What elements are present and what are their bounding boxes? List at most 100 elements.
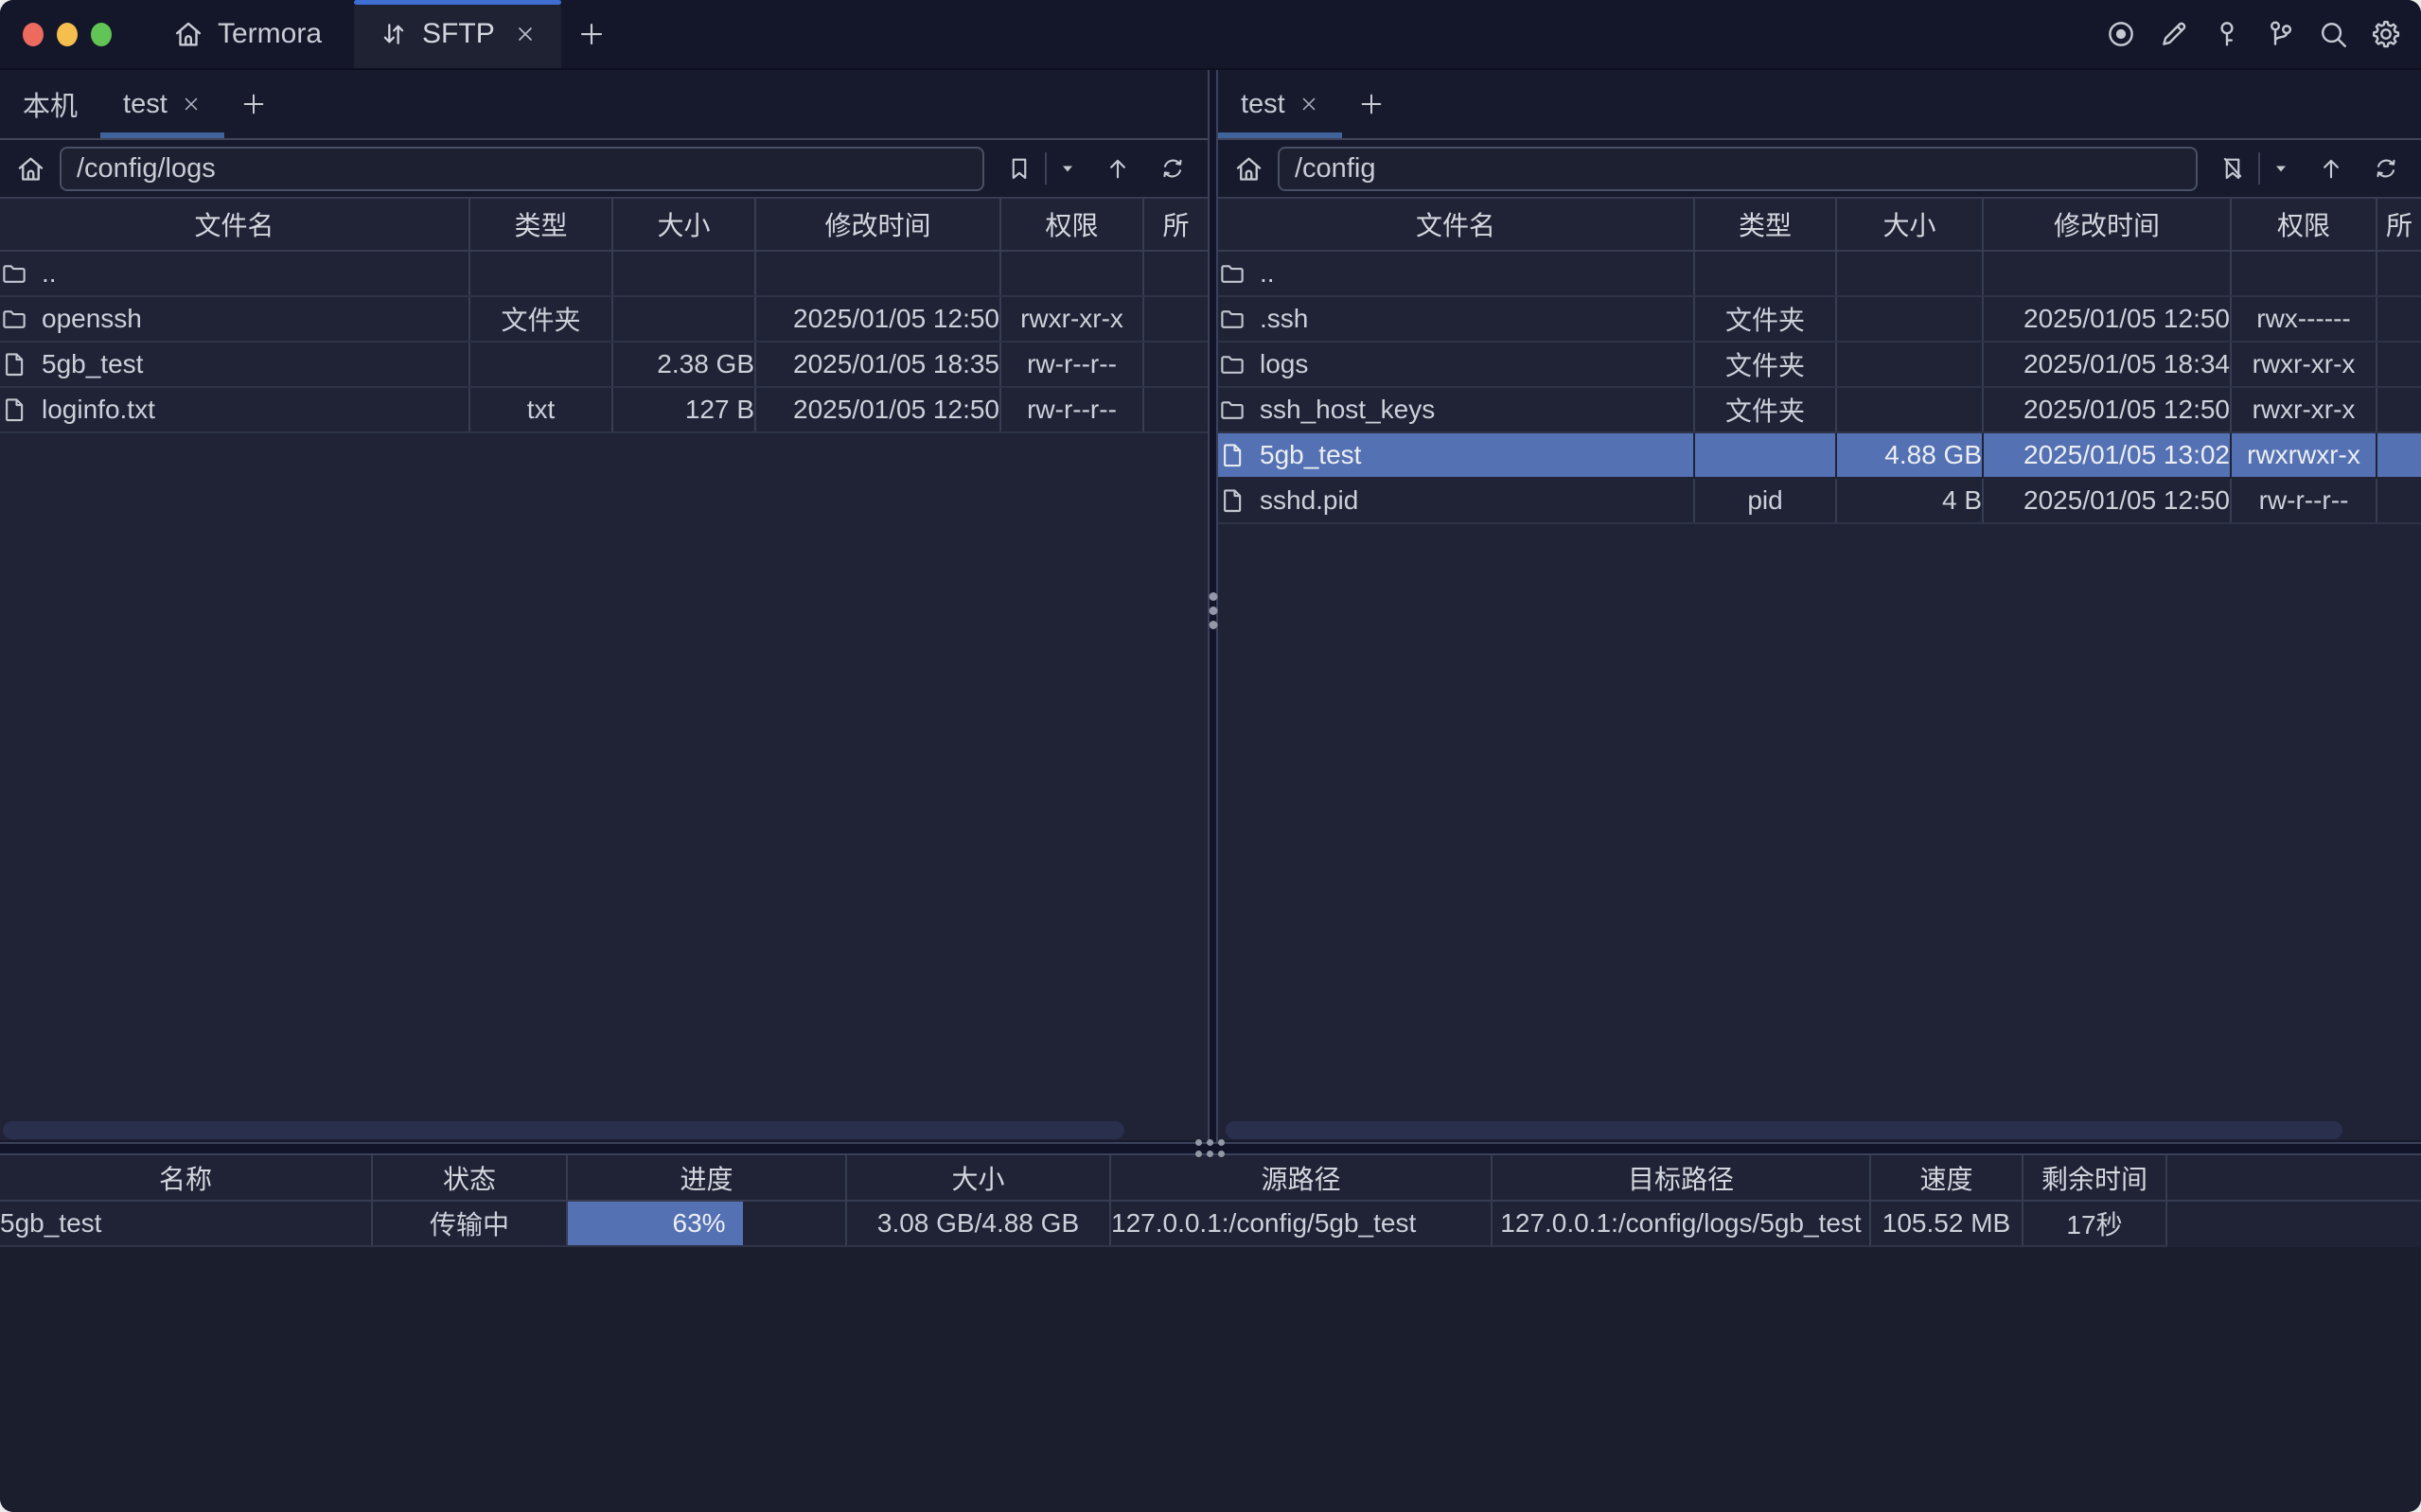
up-directory-icon[interactable] [2309, 154, 2353, 183]
toolbar-separator [1045, 152, 1047, 185]
file-row[interactable]: sshd.pidpid4 B2025/01/05 12:50rw-r--r-- [1218, 478, 2421, 523]
branch-icon[interactable] [2262, 16, 2298, 52]
file-permissions: rwxr-xr-x [2231, 387, 2377, 432]
home-icon[interactable] [15, 153, 46, 185]
edit-icon[interactable] [2156, 16, 2192, 52]
tab-close-icon[interactable] [1299, 94, 1319, 114]
refresh-icon[interactable] [1151, 154, 1194, 183]
new-pane-tab-button[interactable] [224, 70, 283, 138]
close-window-button[interactable] [23, 23, 44, 46]
tab-home-label: Termora [218, 18, 322, 50]
file-row[interactable]: ssh_host_keys文件夹2025/01/05 12:50rwxr-xr-… [1218, 387, 2421, 432]
up-directory-icon[interactable] [1096, 154, 1140, 183]
file-row[interactable]: 5gb_test4.88 GB2025/01/05 13:02rwxrwxr-x [1218, 432, 2421, 478]
pane-tab-label: test [123, 89, 168, 120]
tab-home[interactable]: Termora [140, 0, 354, 68]
transfer-column-状态[interactable]: 状态 [372, 1155, 567, 1201]
file-icon [1218, 441, 1246, 469]
zoom-window-button[interactable] [91, 23, 112, 46]
gear-icon[interactable] [2368, 16, 2404, 52]
pane-tab-test[interactable]: test [1218, 70, 1342, 138]
record-icon[interactable] [2103, 16, 2139, 52]
transfer-column-速度[interactable]: 速度 [1870, 1155, 2023, 1201]
file-type [469, 251, 612, 296]
bookmark-slash-icon[interactable] [2211, 154, 2254, 183]
column-header-所[interactable]: 所 [1143, 198, 1208, 251]
transfer-column-大小[interactable]: 大小 [846, 1155, 1110, 1201]
pane-splitter[interactable] [1208, 70, 1218, 1142]
folder-icon [0, 305, 28, 333]
file-row[interactable]: loginfo.txttxt127 B2025/01/05 12:50rw-r-… [0, 387, 1208, 432]
file-type [1694, 251, 1836, 296]
splitter-grip[interactable] [1195, 1139, 1226, 1158]
file-type: 文件夹 [1694, 296, 1836, 342]
file-row[interactable]: .ssh文件夹2025/01/05 12:50rwx------ [1218, 296, 2421, 342]
transfer-column-目标路径[interactable]: 目标路径 [1492, 1155, 1870, 1201]
file-mtime [755, 251, 1000, 296]
file-owner [2377, 432, 2421, 478]
file-row[interactable]: openssh文件夹2025/01/05 12:50rwxr-xr-x [0, 296, 1208, 342]
file-row[interactable]: 5gb_test2.38 GB2025/01/05 18:35rw-r--r-- [0, 342, 1208, 387]
column-header-大小[interactable]: 大小 [612, 198, 755, 251]
file-row[interactable]: logs文件夹2025/01/05 18:34rwxr-xr-x [1218, 342, 2421, 387]
folder-icon [1218, 305, 1246, 333]
right-file-table: 文件名类型大小修改时间权限所 ...ssh文件夹2025/01/05 12:50… [1218, 197, 2421, 524]
progress-bar-fill: 63% [568, 1202, 743, 1245]
column-header-权限[interactable]: 权限 [2231, 198, 2377, 251]
column-header-修改时间[interactable]: 修改时间 [755, 198, 1000, 251]
transfer-splitter[interactable] [0, 1142, 2421, 1155]
left-path-input[interactable] [60, 147, 984, 191]
home-icon[interactable] [1233, 153, 1264, 185]
tab-sftp[interactable]: SFTP [354, 0, 561, 68]
transfer-column-源路径[interactable]: 源路径 [1110, 1155, 1492, 1201]
folder-icon [1218, 350, 1246, 378]
tab-close-icon[interactable] [181, 94, 202, 114]
file-size [612, 251, 755, 296]
column-header-类型[interactable]: 类型 [469, 198, 612, 251]
file-size: 4 B [1836, 478, 1983, 523]
file-mtime: 2025/01/05 13:02 [1983, 432, 2231, 478]
column-header-文件名[interactable]: 文件名 [1218, 198, 1694, 251]
chevron-down-icon[interactable] [2264, 159, 2298, 178]
search-icon[interactable] [2315, 16, 2351, 52]
transfer-row[interactable]: 5gb_test传输中63%3.08 GB/4.88 GB127.0.0.1:/… [0, 1201, 2421, 1246]
transfer-column-empty[interactable] [2166, 1155, 2421, 1201]
file-type [469, 342, 612, 387]
pane-tab-test[interactable]: test [100, 70, 224, 138]
tab-sftp-close-icon[interactable] [514, 23, 537, 45]
transfer-size: 3.08 GB/4.88 GB [846, 1201, 1110, 1246]
file-mtime [1983, 251, 2231, 296]
column-header-文件名[interactable]: 文件名 [0, 198, 469, 251]
column-header-类型[interactable]: 类型 [1694, 198, 1836, 251]
refresh-icon[interactable] [2364, 154, 2408, 183]
file-row[interactable]: .. [0, 251, 1208, 296]
file-permissions: rw-r--r-- [2231, 478, 2377, 523]
column-header-权限[interactable]: 权限 [1000, 198, 1143, 251]
transfer-column-进度[interactable]: 进度 [567, 1155, 846, 1201]
left-horizontal-scrollbar [0, 1121, 1208, 1140]
pane-tab-本机[interactable]: 本机 [0, 70, 100, 138]
new-pane-tab-button[interactable] [1342, 70, 1401, 138]
left-table-header: 文件名类型大小修改时间权限所 [0, 198, 1208, 251]
file-name: logs [1260, 349, 1308, 379]
right-path-input[interactable] [1278, 147, 2198, 191]
file-owner [1143, 387, 1208, 432]
minimize-window-button[interactable] [57, 23, 78, 46]
key-icon[interactable] [2209, 16, 2245, 52]
chevron-down-icon[interactable] [1051, 159, 1085, 178]
column-header-大小[interactable]: 大小 [1836, 198, 1983, 251]
folder-icon [1218, 396, 1246, 424]
file-type: txt [469, 387, 612, 432]
scrollbar-thumb[interactable] [1226, 1121, 2342, 1139]
scrollbar-thumb[interactable] [3, 1121, 1124, 1139]
column-header-所[interactable]: 所 [2377, 198, 2421, 251]
new-main-tab-button[interactable] [561, 0, 622, 68]
column-header-修改时间[interactable]: 修改时间 [1983, 198, 2231, 251]
file-row[interactable]: .. [1218, 251, 2421, 296]
transfer-column-剩余时间[interactable]: 剩余时间 [2023, 1155, 2166, 1201]
transfer-column-名称[interactable]: 名称 [0, 1155, 372, 1201]
file-permissions: rwxr-xr-x [2231, 342, 2377, 387]
splitter-grip[interactable] [1209, 592, 1217, 629]
file-mtime: 2025/01/05 12:50 [755, 296, 1000, 342]
bookmark-icon[interactable] [998, 154, 1041, 183]
